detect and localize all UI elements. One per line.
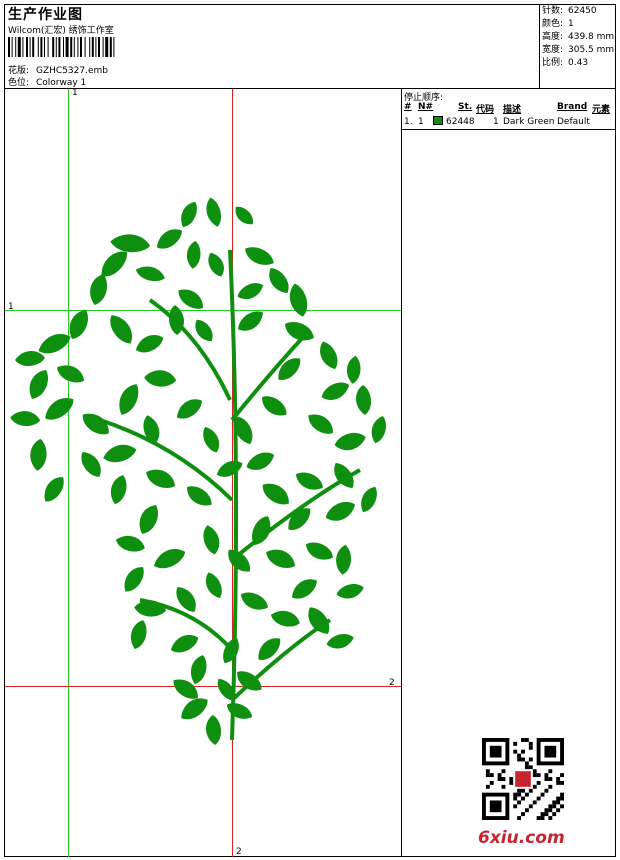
- motif-leaf: [115, 535, 145, 552]
- motif-leaf: [371, 416, 386, 444]
- motif-leaf: [135, 266, 165, 282]
- qr-code: [482, 738, 564, 820]
- motif-leaf: [208, 252, 224, 277]
- motif-leaf: [240, 592, 268, 610]
- motif-leaf: [139, 504, 159, 534]
- design-canvas: [5, 89, 401, 857]
- motif-leaf: [146, 469, 176, 489]
- motif-leaf: [45, 398, 74, 420]
- motif-leaf: [154, 549, 186, 569]
- motif-leaf: [90, 274, 108, 306]
- motif-leaf: [203, 525, 220, 555]
- motif-leaf: [29, 369, 49, 399]
- motif-leaf: [226, 703, 253, 719]
- motif-leaf: [10, 411, 41, 426]
- site-logo: 6xiu.com: [478, 828, 565, 848]
- motif-leaf: [235, 206, 253, 225]
- motif-leaf: [326, 634, 354, 649]
- motif-leaf: [44, 477, 64, 502]
- motif-leaf: [334, 432, 366, 451]
- red-horizontal-guide-label: 2: [389, 678, 395, 688]
- motif-leaf: [270, 610, 300, 627]
- motif-leaf: [258, 638, 281, 660]
- motif-leaf: [292, 579, 317, 599]
- motif-leaf: [205, 572, 222, 599]
- motif-leaf: [190, 655, 207, 685]
- motif-leaf: [181, 201, 197, 228]
- motif-leaf: [124, 567, 144, 592]
- motif-leaf: [130, 620, 147, 650]
- motif-leaf: [320, 341, 338, 370]
- motif-leaf: [187, 486, 212, 506]
- motif-leaf: [246, 452, 275, 470]
- motif-leaf: [262, 483, 289, 505]
- motif-leaf: [262, 396, 287, 416]
- motif-leaf: [110, 475, 127, 505]
- motif-leaf: [103, 444, 137, 463]
- motif-leaf: [186, 240, 201, 269]
- motif-leaf: [119, 384, 139, 415]
- motif-leaf: [206, 197, 221, 227]
- motif-leaf: [110, 315, 132, 344]
- motif-leaf: [266, 549, 296, 569]
- motif-leaf: [228, 549, 250, 572]
- motif-leaf: [356, 385, 371, 415]
- motif-stem: [230, 618, 332, 702]
- motif-leaf: [81, 452, 101, 477]
- green-horizontal-guide-label: 1: [8, 302, 14, 312]
- motif-leaf: [15, 351, 45, 367]
- motif-leaf: [278, 358, 301, 380]
- motif-leaf: [206, 715, 221, 745]
- motif-leaf: [305, 542, 333, 560]
- motif-leaf: [336, 584, 364, 599]
- motif-leaf: [30, 438, 47, 471]
- motif-leaf: [346, 355, 361, 384]
- motif-leaf: [203, 426, 220, 453]
- motif-leaf: [295, 472, 323, 490]
- motif-leaf: [216, 460, 243, 477]
- motif-leaf: [157, 229, 182, 249]
- motif-leaf: [245, 247, 274, 265]
- motif-leaf: [110, 234, 151, 253]
- embroidery-motif: [10, 197, 386, 745]
- motif-leaf: [237, 283, 264, 300]
- motif-leaf: [170, 635, 199, 653]
- red-vertical-guide-label: 2: [236, 847, 242, 857]
- motif-leaf: [237, 671, 262, 691]
- motif-leaf: [269, 268, 289, 293]
- motif-leaf: [38, 333, 71, 354]
- motif-leaf: [361, 486, 377, 513]
- motif-leaf: [289, 283, 308, 317]
- motif-stem: [228, 249, 239, 741]
- motif-leaf: [336, 544, 351, 575]
- motif-leaf: [177, 399, 202, 419]
- motif-leaf: [321, 382, 350, 400]
- motif-leaf: [325, 501, 356, 521]
- motif-leaf: [144, 370, 177, 387]
- green-vertical-guide-label: 1: [72, 88, 78, 98]
- motif-leaf: [57, 365, 85, 383]
- motif-leaf: [238, 311, 263, 331]
- motif-leaf: [135, 335, 164, 353]
- motif-leaf: [308, 414, 333, 434]
